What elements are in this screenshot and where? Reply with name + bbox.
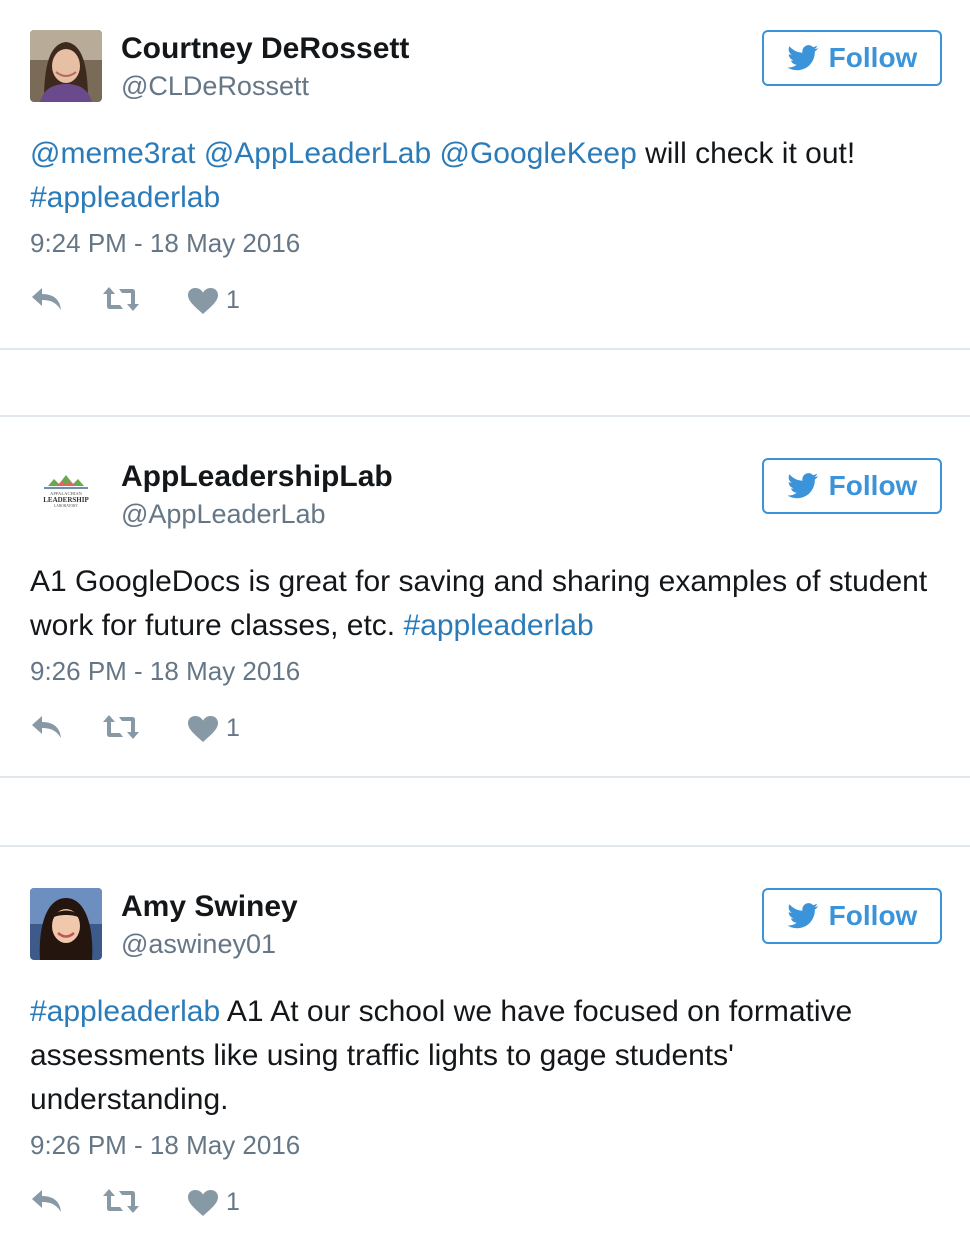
tweet-timestamp[interactable]: 9:26 PM - 18 May 2016: [30, 656, 300, 687]
hashtag-link[interactable]: #appleaderlab: [403, 609, 593, 642]
reply-button[interactable]: [30, 714, 64, 740]
twitter-bird-icon: [787, 903, 818, 929]
tweet-card: Amy Swiney @aswiney01 Follow #appleaderl…: [0, 858, 970, 1240]
author-handle[interactable]: @aswiney01: [121, 929, 276, 960]
tweet-card: APPALACHIAN LEADERSHIP LABORATORY AppLea…: [0, 428, 970, 778]
tweet-divider: [0, 415, 970, 417]
tweet-divider: [0, 845, 970, 847]
avatar[interactable]: [30, 888, 102, 960]
tweet-feed: Courtney DeRossett @CLDeRossett Follow @…: [0, 0, 970, 1240]
author-name[interactable]: AppLeadershipLab: [121, 460, 393, 494]
like-count: 1: [226, 1188, 240, 1216]
retweet-icon: [103, 287, 139, 311]
hashtag-link[interactable]: #appleaderlab: [30, 181, 220, 214]
like-button[interactable]: 1: [188, 1188, 240, 1217]
like-count: 1: [226, 714, 240, 742]
hashtag-link[interactable]: #appleaderlab: [30, 995, 220, 1028]
twitter-bird-icon: [787, 473, 818, 499]
reply-button[interactable]: [30, 1188, 64, 1214]
retweet-icon: [103, 1189, 139, 1213]
follow-label: Follow: [828, 900, 918, 931]
author-name[interactable]: Amy Swiney: [121, 890, 298, 924]
heart-icon: [188, 715, 218, 742]
mention-link[interactable]: @AppLeaderLab: [204, 137, 431, 170]
like-button[interactable]: 1: [188, 286, 240, 315]
avatar[interactable]: APPALACHIAN LEADERSHIP LABORATORY: [30, 458, 102, 530]
tweet-text: A1 GoogleDocs is great for saving and sh…: [30, 560, 930, 648]
follow-button[interactable]: Follow: [762, 888, 942, 944]
mention-link[interactable]: @GoogleKeep: [440, 137, 637, 170]
tweet-text-run: [431, 137, 439, 170]
follow-label: Follow: [828, 42, 918, 73]
twitter-bird-icon: [787, 45, 818, 71]
tweet-timestamp[interactable]: 9:24 PM - 18 May 2016: [30, 228, 300, 259]
avatar[interactable]: [30, 30, 102, 102]
reply-button[interactable]: [30, 286, 64, 312]
like-count: 1: [226, 286, 240, 314]
follow-label: Follow: [828, 470, 918, 501]
tweet-card: Courtney DeRossett @CLDeRossett Follow @…: [0, 0, 970, 350]
tweet-text: @meme3rat @AppLeaderLab @GoogleKeep will…: [30, 132, 930, 220]
retweet-button[interactable]: [102, 1188, 140, 1214]
retweet-icon: [103, 715, 139, 739]
retweet-button[interactable]: [102, 714, 140, 740]
author-handle[interactable]: @AppLeaderLab: [121, 499, 326, 530]
tweet-divider: [0, 348, 970, 350]
follow-button[interactable]: Follow: [762, 458, 942, 514]
tweet-timestamp[interactable]: 9:26 PM - 18 May 2016: [30, 1130, 300, 1161]
mention-link[interactable]: @meme3rat: [30, 137, 196, 170]
reply-icon: [32, 288, 61, 310]
avatar-logo-line: LEADERSHIP: [43, 496, 89, 504]
retweet-button[interactable]: [102, 286, 140, 312]
tweet-text-run: [196, 137, 204, 170]
avatar-logo-line: LABORATORY: [54, 504, 78, 508]
author-name[interactable]: Courtney DeRossett: [121, 32, 409, 66]
reply-icon: [32, 1190, 61, 1212]
heart-icon: [188, 1189, 218, 1216]
tweet-text-run: will check it out!: [636, 137, 856, 170]
tweet-divider: [0, 776, 970, 778]
author-handle[interactable]: @CLDeRossett: [121, 71, 309, 102]
heart-icon: [188, 287, 218, 314]
reply-icon: [32, 716, 61, 738]
follow-button[interactable]: Follow: [762, 30, 942, 86]
tweet-text: #appleaderlab A1 At our school we have f…: [30, 990, 930, 1122]
like-button[interactable]: 1: [188, 714, 240, 743]
